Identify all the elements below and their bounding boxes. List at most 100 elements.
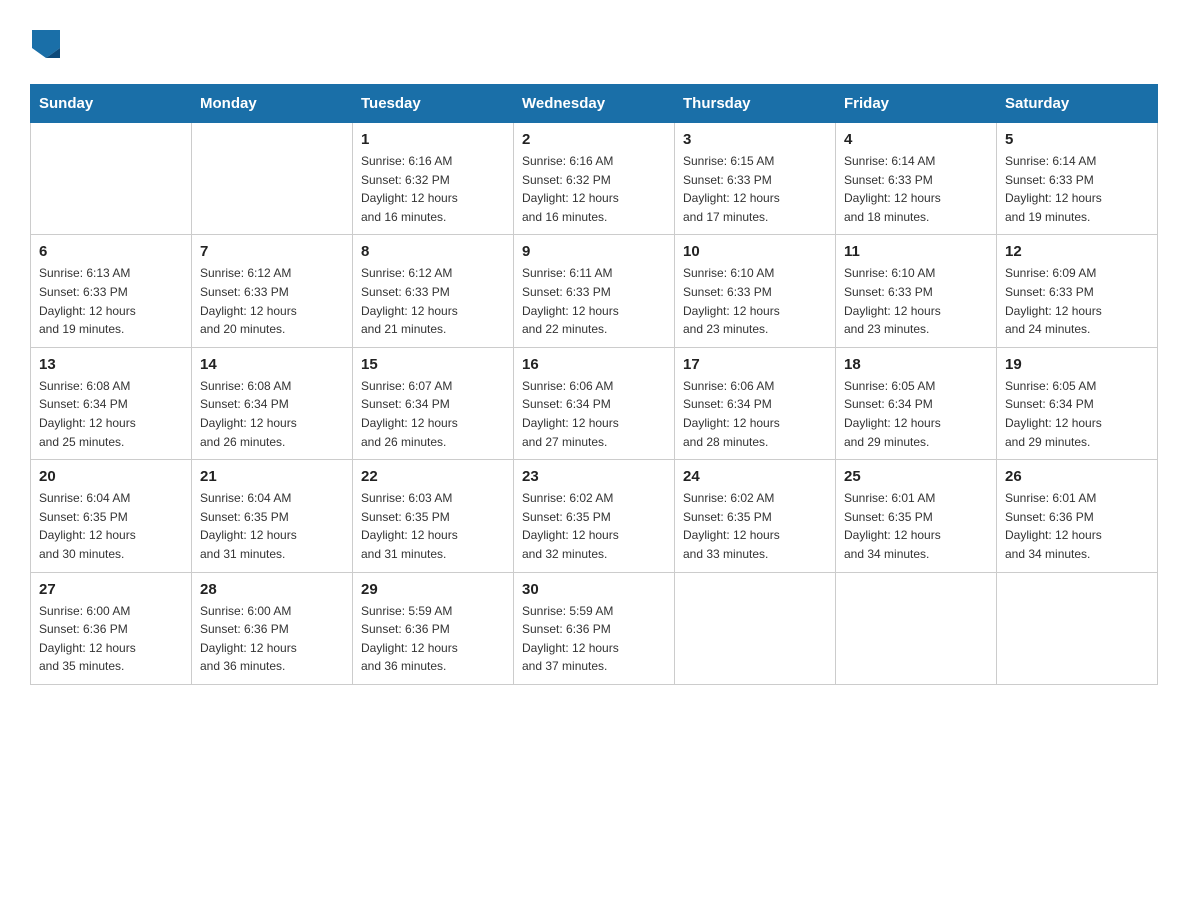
day-info: Sunrise: 6:12 AM Sunset: 6:33 PM Dayligh… [361, 264, 505, 338]
day-info: Sunrise: 6:04 AM Sunset: 6:35 PM Dayligh… [200, 489, 344, 563]
day-number: 21 [200, 468, 344, 485]
calendar-cell: 15 Sunrise: 6:07 AM Sunset: 6:34 PM Dayli… [353, 347, 514, 459]
day-number: 25 [844, 468, 988, 485]
day-number: 16 [522, 356, 666, 373]
page-header [30, 30, 1158, 64]
day-number: 20 [39, 468, 183, 485]
calendar-week-row: 27 Sunrise: 6:00 AM Sunset: 6:36 PM Dayli… [31, 572, 1158, 684]
day-number: 4 [844, 131, 988, 148]
calendar-cell: 10 Sunrise: 6:10 AM Sunset: 6:33 PM Dayli… [675, 235, 836, 347]
calendar-cell [192, 123, 353, 235]
logo-icon [32, 30, 60, 58]
day-info: Sunrise: 6:10 AM Sunset: 6:33 PM Dayligh… [844, 264, 988, 338]
weekday-header-monday: Monday [192, 85, 353, 123]
day-number: 22 [361, 468, 505, 485]
calendar-cell: 6 Sunrise: 6:13 AM Sunset: 6:33 PM Daylig… [31, 235, 192, 347]
calendar-cell: 19 Sunrise: 6:05 AM Sunset: 6:34 PM Dayli… [997, 347, 1158, 459]
calendar-cell: 16 Sunrise: 6:06 AM Sunset: 6:34 PM Dayli… [514, 347, 675, 459]
day-info: Sunrise: 6:15 AM Sunset: 6:33 PM Dayligh… [683, 152, 827, 226]
calendar-cell: 18 Sunrise: 6:05 AM Sunset: 6:34 PM Dayli… [836, 347, 997, 459]
day-number: 15 [361, 356, 505, 373]
day-info: Sunrise: 6:16 AM Sunset: 6:32 PM Dayligh… [361, 152, 505, 226]
calendar-cell: 26Sunrise: 6:01 AM Sunset: 6:36 PM Dayli… [997, 460, 1158, 572]
calendar-cell: 11 Sunrise: 6:10 AM Sunset: 6:33 PM Dayli… [836, 235, 997, 347]
day-number: 14 [200, 356, 344, 373]
calendar-cell: 25Sunrise: 6:01 AM Sunset: 6:35 PM Dayli… [836, 460, 997, 572]
day-info: Sunrise: 6:06 AM Sunset: 6:34 PM Dayligh… [522, 377, 666, 451]
day-info: Sunrise: 6:16 AM Sunset: 6:32 PM Dayligh… [522, 152, 666, 226]
weekday-header-wednesday: Wednesday [514, 85, 675, 123]
day-number: 12 [1005, 243, 1149, 260]
calendar-cell: 7Sunrise: 6:12 AM Sunset: 6:33 PM Daylig… [192, 235, 353, 347]
calendar-cell [997, 572, 1158, 684]
calendar-cell: 9Sunrise: 6:11 AM Sunset: 6:33 PM Daylig… [514, 235, 675, 347]
calendar-cell: 12 Sunrise: 6:09 AM Sunset: 6:33 PM Dayli… [997, 235, 1158, 347]
calendar-cell: 24 Sunrise: 6:02 AM Sunset: 6:35 PM Dayli… [675, 460, 836, 572]
day-number: 24 [683, 468, 827, 485]
calendar-cell: 17 Sunrise: 6:06 AM Sunset: 6:34 PM Dayli… [675, 347, 836, 459]
calendar-cell [836, 572, 997, 684]
weekday-header-row: SundayMondayTuesdayWednesdayThursdayFrid… [31, 85, 1158, 123]
calendar-cell [675, 572, 836, 684]
calendar-cell: 27 Sunrise: 6:00 AM Sunset: 6:36 PM Dayli… [31, 572, 192, 684]
calendar-cell: 5 Sunrise: 6:14 AM Sunset: 6:33 PM Daylig… [997, 123, 1158, 235]
day-info: Sunrise: 6:10 AM Sunset: 6:33 PM Dayligh… [683, 264, 827, 338]
calendar-cell: 1 Sunrise: 6:16 AM Sunset: 6:32 PM Daylig… [353, 123, 514, 235]
day-number: 8 [361, 243, 505, 260]
calendar-cell: 8 Sunrise: 6:12 AM Sunset: 6:33 PM Daylig… [353, 235, 514, 347]
day-info: Sunrise: 6:05 AM Sunset: 6:34 PM Dayligh… [1005, 377, 1149, 451]
day-info: Sunrise: 6:03 AM Sunset: 6:35 PM Dayligh… [361, 489, 505, 563]
weekday-header-sunday: Sunday [31, 85, 192, 123]
day-number: 17 [683, 356, 827, 373]
day-number: 1 [361, 131, 505, 148]
calendar-cell: 28Sunrise: 6:00 AM Sunset: 6:36 PM Dayli… [192, 572, 353, 684]
day-info: Sunrise: 6:02 AM Sunset: 6:35 PM Dayligh… [522, 489, 666, 563]
calendar-week-row: 20 Sunrise: 6:04 AM Sunset: 6:35 PM Dayli… [31, 460, 1158, 572]
calendar-cell [31, 123, 192, 235]
day-info: Sunrise: 6:01 AM Sunset: 6:36 PM Dayligh… [1005, 489, 1149, 563]
calendar-week-row: 1 Sunrise: 6:16 AM Sunset: 6:32 PM Daylig… [31, 123, 1158, 235]
day-info: Sunrise: 6:06 AM Sunset: 6:34 PM Dayligh… [683, 377, 827, 451]
day-info: Sunrise: 6:07 AM Sunset: 6:34 PM Dayligh… [361, 377, 505, 451]
day-number: 9 [522, 243, 666, 260]
logo [30, 30, 62, 64]
day-info: Sunrise: 6:04 AM Sunset: 6:35 PM Dayligh… [39, 489, 183, 563]
day-info: Sunrise: 6:00 AM Sunset: 6:36 PM Dayligh… [39, 602, 183, 676]
weekday-header-saturday: Saturday [997, 85, 1158, 123]
day-info: Sunrise: 6:02 AM Sunset: 6:35 PM Dayligh… [683, 489, 827, 563]
day-info: Sunrise: 6:13 AM Sunset: 6:33 PM Dayligh… [39, 264, 183, 338]
day-number: 30 [522, 581, 666, 598]
day-number: 6 [39, 243, 183, 260]
calendar-cell: 20 Sunrise: 6:04 AM Sunset: 6:35 PM Dayli… [31, 460, 192, 572]
weekday-header-tuesday: Tuesday [353, 85, 514, 123]
day-info: Sunrise: 6:14 AM Sunset: 6:33 PM Dayligh… [1005, 152, 1149, 226]
calendar-cell: 21 Sunrise: 6:04 AM Sunset: 6:35 PM Dayli… [192, 460, 353, 572]
day-number: 3 [683, 131, 827, 148]
day-number: 29 [361, 581, 505, 598]
weekday-header-thursday: Thursday [675, 85, 836, 123]
day-number: 27 [39, 581, 183, 598]
calendar-week-row: 6 Sunrise: 6:13 AM Sunset: 6:33 PM Daylig… [31, 235, 1158, 347]
calendar-cell: 13Sunrise: 6:08 AM Sunset: 6:34 PM Dayli… [31, 347, 192, 459]
day-number: 13 [39, 356, 183, 373]
day-info: Sunrise: 6:12 AM Sunset: 6:33 PM Dayligh… [200, 264, 344, 338]
day-info: Sunrise: 6:05 AM Sunset: 6:34 PM Dayligh… [844, 377, 988, 451]
day-number: 5 [1005, 131, 1149, 148]
calendar-cell: 23Sunrise: 6:02 AM Sunset: 6:35 PM Dayli… [514, 460, 675, 572]
calendar-cell: 14 Sunrise: 6:08 AM Sunset: 6:34 PM Dayli… [192, 347, 353, 459]
day-number: 19 [1005, 356, 1149, 373]
day-number: 18 [844, 356, 988, 373]
day-info: Sunrise: 5:59 AM Sunset: 6:36 PM Dayligh… [522, 602, 666, 676]
day-number: 10 [683, 243, 827, 260]
calendar-cell: 3 Sunrise: 6:15 AM Sunset: 6:33 PM Daylig… [675, 123, 836, 235]
calendar-cell: 29 Sunrise: 5:59 AM Sunset: 6:36 PM Dayli… [353, 572, 514, 684]
calendar-table: SundayMondayTuesdayWednesdayThursdayFrid… [30, 84, 1158, 685]
calendar-cell: 2Sunrise: 6:16 AM Sunset: 6:32 PM Daylig… [514, 123, 675, 235]
calendar-cell: 4 Sunrise: 6:14 AM Sunset: 6:33 PM Daylig… [836, 123, 997, 235]
day-number: 11 [844, 243, 988, 260]
day-info: Sunrise: 5:59 AM Sunset: 6:36 PM Dayligh… [361, 602, 505, 676]
day-info: Sunrise: 6:14 AM Sunset: 6:33 PM Dayligh… [844, 152, 988, 226]
day-info: Sunrise: 6:08 AM Sunset: 6:34 PM Dayligh… [200, 377, 344, 451]
day-info: Sunrise: 6:09 AM Sunset: 6:33 PM Dayligh… [1005, 264, 1149, 338]
calendar-cell: 30 Sunrise: 5:59 AM Sunset: 6:36 PM Dayli… [514, 572, 675, 684]
